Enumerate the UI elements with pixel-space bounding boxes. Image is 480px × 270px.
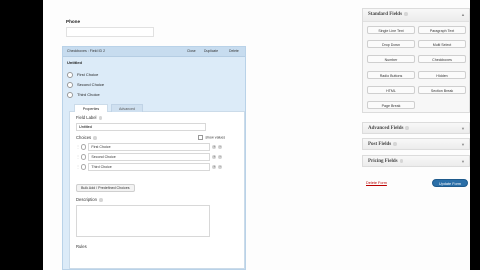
field-label-input[interactable]: Untitled xyxy=(76,123,206,131)
remove-choice-icon[interactable]: − xyxy=(218,155,223,159)
radio-buttons-button[interactable]: Radio Buttons xyxy=(367,71,415,79)
advanced-fields-panel[interactable]: Advanced Fields ▼ xyxy=(362,122,470,134)
drag-handle-icon[interactable]: ⋮ xyxy=(76,154,80,159)
rules-heading: Rules xyxy=(76,244,87,249)
expand-arrow-icon[interactable]: ▼ xyxy=(461,159,465,164)
panel-title: Post Fields xyxy=(368,142,397,147)
html-button[interactable]: HTML xyxy=(367,86,415,94)
show-values-toggle[interactable]: show values xyxy=(198,135,225,141)
checkbox-icon xyxy=(67,72,73,78)
help-icon[interactable] xyxy=(98,116,103,120)
choice-input[interactable]: Second Choice xyxy=(88,153,211,161)
add-choice-icon[interactable]: + xyxy=(212,155,217,159)
editor-header: Checkboxes : Field ID 2 Close Duplicate … xyxy=(63,47,245,57)
phone-input[interactable] xyxy=(66,27,154,37)
remove-choice-icon[interactable]: − xyxy=(218,145,223,149)
remove-choice-icon[interactable]: − xyxy=(218,165,223,169)
add-choice-icon[interactable]: + xyxy=(212,145,217,149)
choice-row: ⋮ Third Choice + − xyxy=(76,163,223,171)
description-textarea[interactable] xyxy=(76,205,210,237)
help-icon[interactable] xyxy=(93,136,97,140)
checkboxes-button[interactable]: Checkboxes xyxy=(418,55,466,63)
duplicate-link[interactable]: Duplicate xyxy=(204,49,218,53)
phone-field-label: Phone xyxy=(66,19,81,24)
checkbox-icon xyxy=(67,82,73,88)
panel-title: Standard Fields xyxy=(368,12,408,17)
update-form-button[interactable]: Update Form xyxy=(432,179,468,187)
choice-input[interactable]: First Choice xyxy=(88,143,211,151)
tab-properties[interactable]: Properties xyxy=(74,104,108,112)
left-letterbox xyxy=(0,0,43,270)
add-choice-icon[interactable]: + xyxy=(212,165,217,169)
drag-handle-icon[interactable]: ⋮ xyxy=(76,164,80,169)
panel-title: Advanced Fields xyxy=(368,126,410,131)
expand-arrow-icon[interactable]: ▼ xyxy=(461,126,465,131)
standard-fields-panel: Standard Fields ▲ Single Line Text Parag… xyxy=(362,8,470,113)
drop-down-button[interactable]: Drop Down xyxy=(367,40,415,48)
field-label-heading: Field Label xyxy=(76,115,103,120)
default-choice-radio[interactable] xyxy=(81,154,87,160)
close-link[interactable]: Close xyxy=(187,49,196,53)
default-choice-radio[interactable] xyxy=(81,144,87,150)
help-icon[interactable] xyxy=(405,126,410,130)
preview-field-title: Untitled xyxy=(67,60,82,65)
choice-input[interactable]: Third Choice xyxy=(88,163,211,171)
drag-handle-icon[interactable]: ⋮ xyxy=(76,144,80,149)
settings-tab-panel: Properties Advanced Field Label Untitled… xyxy=(69,104,245,269)
pricing-fields-panel[interactable]: Pricing Fields ▼ xyxy=(362,155,470,167)
choices-heading: Choices xyxy=(76,135,97,140)
hidden-button[interactable]: Hidden xyxy=(418,71,466,79)
paragraph-text-button[interactable]: Paragraph Text xyxy=(418,26,466,34)
delete-form-link[interactable]: Delete Form xyxy=(366,181,387,185)
preview-choice[interactable]: Third Choice xyxy=(67,92,100,98)
panel-title: Pricing Fields xyxy=(368,159,404,164)
help-icon[interactable] xyxy=(98,198,103,202)
standard-fields-header[interactable]: Standard Fields ▲ xyxy=(363,9,469,22)
description-heading: Description xyxy=(76,197,103,202)
page-break-button[interactable]: Page Break xyxy=(367,101,415,109)
help-icon[interactable] xyxy=(393,142,397,146)
section-break-button[interactable]: Section Break xyxy=(418,86,466,94)
help-icon[interactable] xyxy=(404,12,408,16)
bulk-add-button[interactable]: Bulk Add / Predefined Choices xyxy=(76,184,135,192)
right-letterbox xyxy=(470,0,480,270)
collapse-arrow-icon[interactable]: ▲ xyxy=(461,12,465,17)
single-line-text-button[interactable]: Single Line Text xyxy=(367,26,415,34)
default-choice-radio[interactable] xyxy=(81,164,87,170)
multi-select-button[interactable]: Multi Select xyxy=(418,40,466,48)
preview-choice[interactable]: Second Choice xyxy=(67,82,104,88)
post-fields-panel[interactable]: Post Fields ▼ xyxy=(362,138,470,150)
help-icon[interactable] xyxy=(399,159,404,163)
tab-advanced[interactable]: Advanced xyxy=(111,104,143,112)
choice-row: ⋮ First Choice + − xyxy=(76,143,223,151)
checkbox-icon xyxy=(67,92,73,98)
number-button[interactable]: Number xyxy=(367,55,415,63)
preview-choice[interactable]: First Choice xyxy=(67,72,98,78)
choice-row: ⋮ Second Choice + − xyxy=(76,153,223,161)
checkbox-icon xyxy=(198,135,204,141)
delete-link[interactable]: Delete xyxy=(229,49,239,53)
expand-arrow-icon[interactable]: ▼ xyxy=(461,142,465,147)
editor-title: Checkboxes : Field ID 2 xyxy=(67,49,106,53)
checkbox-field-editor: Checkboxes : Field ID 2 Close Duplicate … xyxy=(62,46,246,270)
